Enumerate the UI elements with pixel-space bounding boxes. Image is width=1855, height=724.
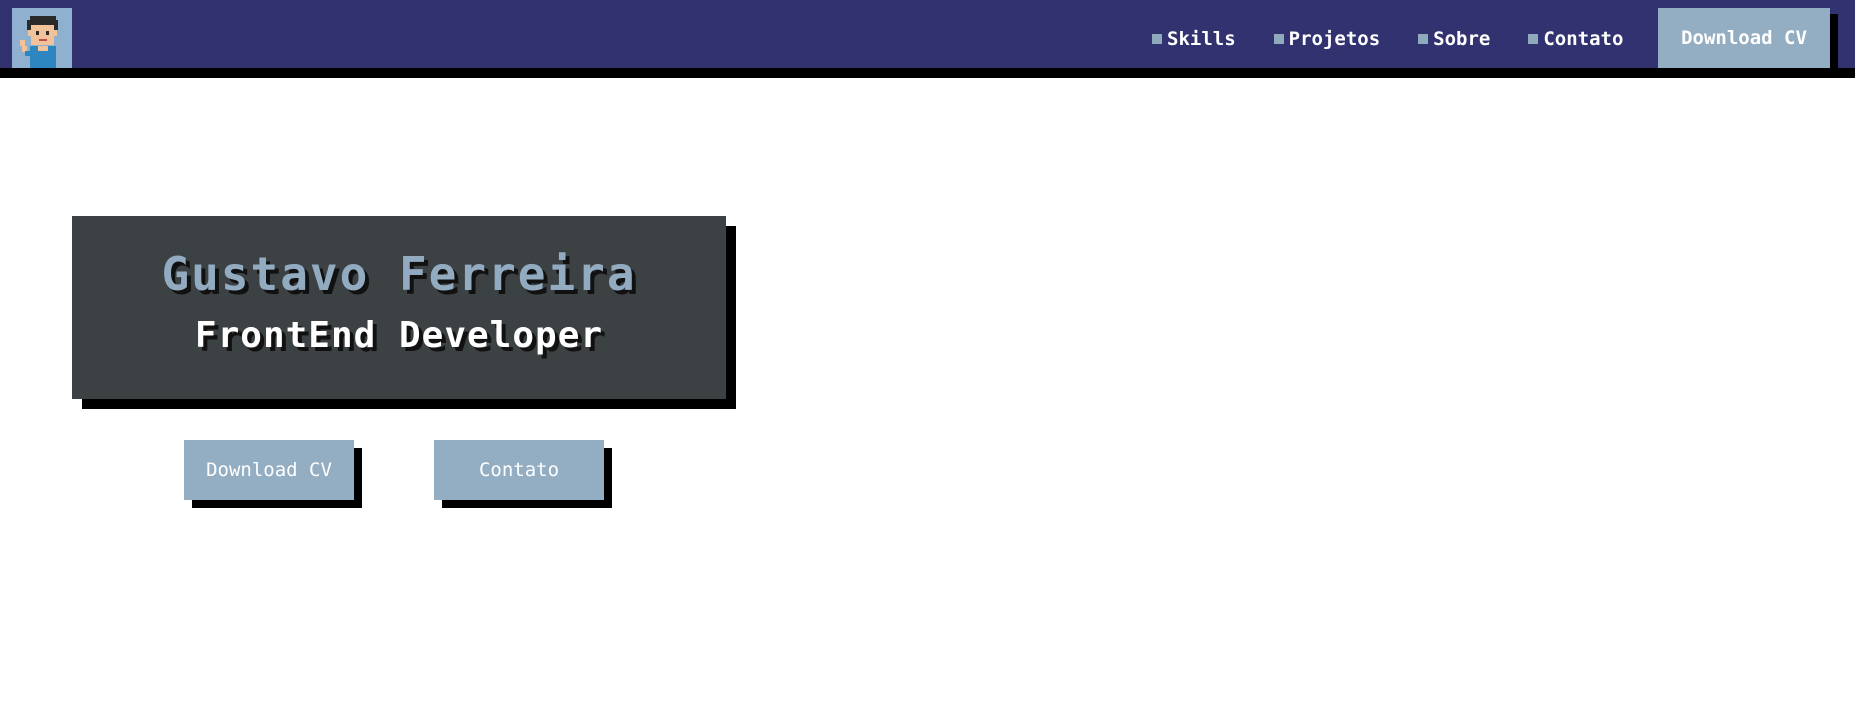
nav-link-label: Projetos (1288, 28, 1381, 50)
navbar: Skills Projetos Sobre Contato Download C… (0, 0, 1855, 78)
header-download-cv-button[interactable]: Download CV (1658, 8, 1830, 68)
nav-link-label: Skills (1167, 28, 1236, 50)
nav-link-sobre[interactable]: Sobre (1418, 28, 1490, 50)
square-bullet-icon (1418, 34, 1429, 44)
nav-menu: Skills Projetos Sobre Contato (1152, 28, 1623, 50)
hero-contact-button[interactable]: Contato (434, 440, 604, 500)
nav-link-skills[interactable]: Skills (1152, 28, 1236, 50)
hero-name: Gustavo Ferreira (161, 247, 637, 301)
nav-link-projetos[interactable]: Projetos (1273, 28, 1381, 50)
hero-role: FrontEnd Developer (194, 315, 604, 356)
nav-link-label: Contato (1543, 28, 1624, 50)
square-bullet-icon (1152, 34, 1162, 44)
hero-download-cv-button[interactable]: Download CV (184, 440, 354, 500)
pixel-boy-waving-icon (12, 8, 72, 68)
nav-link-contato[interactable]: Contato (1528, 28, 1623, 50)
avatar[interactable] (12, 8, 72, 68)
square-bullet-icon (1528, 34, 1539, 44)
hero-card: Gustavo Ferreira FrontEnd Developer (72, 216, 726, 399)
nav-link-label: Sobre (1433, 28, 1491, 50)
square-bullet-icon (1273, 34, 1284, 44)
